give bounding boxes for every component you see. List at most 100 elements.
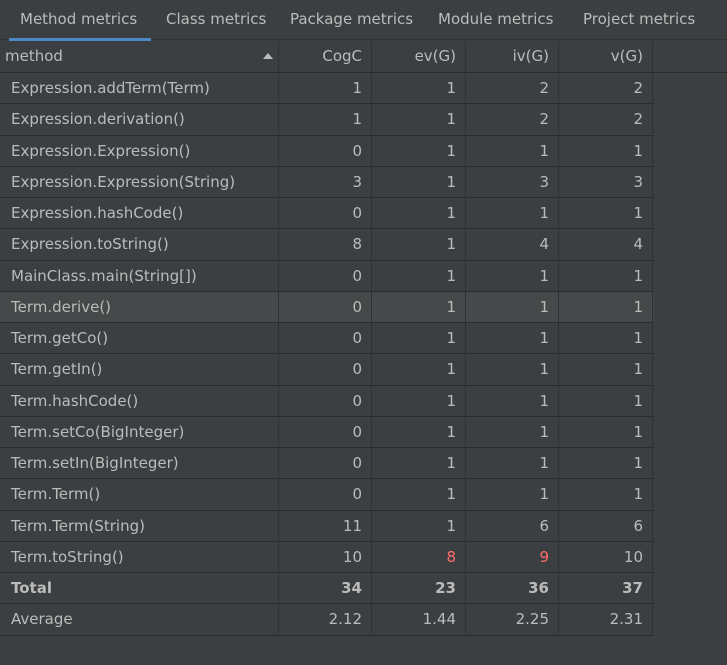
table-row[interactable]: Expression.toString() 8 1 4 4 xyxy=(0,229,654,261)
table-row[interactable]: Term.toString() 10 8 9 10 xyxy=(0,541,654,573)
v-cell: 6 xyxy=(559,510,653,541)
v-cell: 1 xyxy=(559,448,653,478)
ev-cell: 1 xyxy=(372,229,466,260)
method-cell: Expression.hashCode() xyxy=(0,198,279,228)
v-cell: 10 xyxy=(559,541,653,572)
v-cell: 4 xyxy=(559,229,653,260)
table-body: Expression.addTerm(Term) 1 1 2 2 Expression.d… xyxy=(0,73,654,636)
column-header-iv[interactable]: iv(G) xyxy=(466,41,559,72)
cogc-cell: 34 xyxy=(279,573,372,603)
ev-cell: 8 xyxy=(372,541,466,572)
column-header-v[interactable]: v(G) xyxy=(559,41,653,72)
method-cell: Term.setCo(BigInteger) xyxy=(0,416,279,447)
cogc-cell: 0 xyxy=(279,354,372,385)
column-header-method-label: method xyxy=(5,47,63,65)
table-row[interactable]: Term.setCo(BigInteger) 0 1 1 1 xyxy=(0,416,654,448)
cogc-cell: 0 xyxy=(279,135,372,166)
iv-cell: 1 xyxy=(466,448,559,478)
table-row[interactable]: Expression.addTerm(Term) 1 1 2 2 xyxy=(0,73,654,105)
table-header: method CogC ev(G) iv(G) v(G) xyxy=(0,41,727,73)
method-cell: MainClass.main(String[]) xyxy=(0,260,279,291)
iv-cell: 6 xyxy=(466,510,559,541)
v-cell: 1 xyxy=(559,323,653,353)
ev-cell: 1 xyxy=(372,385,466,416)
column-header-method[interactable]: method xyxy=(0,41,279,72)
v-cell: 1 xyxy=(559,479,653,510)
table-row[interactable]: MainClass.main(String[]) 0 1 1 1 xyxy=(0,260,654,292)
metrics-table: method CogC ev(G) iv(G) v(G) Expression.… xyxy=(0,41,727,665)
iv-cell: 1 xyxy=(466,354,559,385)
v-cell: 1 xyxy=(559,354,653,385)
table-row[interactable]: Expression.Expression() 0 1 1 1 xyxy=(0,135,654,167)
cogc-cell: 11 xyxy=(279,510,372,541)
cogc-cell: 0 xyxy=(279,291,372,322)
ev-cell: 1 xyxy=(372,354,466,385)
tab-class-metrics[interactable]: Class metrics xyxy=(151,0,275,40)
table-row[interactable]: Term.Term() 0 1 1 1 xyxy=(0,479,654,511)
cogc-cell: 8 xyxy=(279,229,372,260)
cogc-cell: 0 xyxy=(279,448,372,478)
cogc-cell: 0 xyxy=(279,260,372,291)
tab-package-metrics[interactable]: Package metrics xyxy=(275,0,423,40)
iv-cell: 4 xyxy=(466,229,559,260)
cogc-cell: 2.12 xyxy=(279,604,372,635)
cogc-cell: 3 xyxy=(279,166,372,197)
iv-cell: 36 xyxy=(466,573,559,603)
ev-cell: 1 xyxy=(372,323,466,353)
method-cell: Term.Term() xyxy=(0,479,279,510)
ev-cell: 1 xyxy=(372,416,466,447)
tab-project-metrics[interactable]: Project metrics xyxy=(568,0,708,40)
iv-cell: 1 xyxy=(466,416,559,447)
cogc-cell: 10 xyxy=(279,541,372,572)
v-cell: 1 xyxy=(559,260,653,291)
ev-cell: 23 xyxy=(372,573,466,603)
sort-ascending-icon xyxy=(263,53,273,59)
column-header-cogc[interactable]: CogC xyxy=(279,41,372,72)
v-cell: 1 xyxy=(559,291,653,322)
iv-cell: 2 xyxy=(466,104,559,135)
table-row[interactable]: Term.hashCode() 0 1 1 1 xyxy=(0,385,654,417)
iv-cell: 1 xyxy=(466,260,559,291)
v-cell: 1 xyxy=(559,198,653,228)
iv-cell: 2 xyxy=(466,73,559,103)
cogc-cell: 1 xyxy=(279,104,372,135)
method-cell: Expression.derivation() xyxy=(0,104,279,135)
method-cell: Expression.addTerm(Term) xyxy=(0,73,279,103)
v-cell: 3 xyxy=(559,166,653,197)
v-cell: 1 xyxy=(559,385,653,416)
method-cell: Term.setIn(BigInteger) xyxy=(0,448,279,478)
tab-method-metrics[interactable]: Method metrics xyxy=(9,0,151,41)
ev-cell: 1 xyxy=(372,510,466,541)
method-cell: Term.derive() xyxy=(0,291,279,322)
method-cell: Term.toString() xyxy=(0,541,279,572)
method-cell: Expression.Expression(String) xyxy=(0,166,279,197)
table-row[interactable]: Term.getIn() 0 1 1 1 xyxy=(0,354,654,386)
method-cell: Term.Term(String) xyxy=(0,510,279,541)
table-row[interactable]: Term.getCo() 0 1 1 1 xyxy=(0,323,654,355)
table-empty-area xyxy=(654,73,727,665)
iv-cell: 1 xyxy=(466,479,559,510)
table-row[interactable]: Expression.Expression(String) 3 1 3 3 xyxy=(0,166,654,198)
iv-cell: 9 xyxy=(466,541,559,572)
ev-cell: 1 xyxy=(372,104,466,135)
method-cell: Term.getIn() xyxy=(0,354,279,385)
cogc-cell: 1 xyxy=(279,73,372,103)
table-row[interactable]: Term.Term(String) 11 1 6 6 xyxy=(0,510,654,542)
v-cell: 2 xyxy=(559,104,653,135)
iv-cell: 2.25 xyxy=(466,604,559,635)
iv-cell: 1 xyxy=(466,135,559,166)
method-cell: Expression.Expression() xyxy=(0,135,279,166)
cogc-cell: 0 xyxy=(279,479,372,510)
column-header-ev[interactable]: ev(G) xyxy=(372,41,466,72)
tab-module-metrics[interactable]: Module metrics xyxy=(423,0,568,40)
table-row[interactable]: Expression.hashCode() 0 1 1 1 xyxy=(0,198,654,230)
average-row[interactable]: Average 2.12 1.44 2.25 2.31 xyxy=(0,604,654,636)
table-row[interactable]: Expression.derivation() 1 1 2 2 xyxy=(0,104,654,136)
table-row[interactable]: Term.derive() 0 1 1 1 xyxy=(0,291,654,323)
v-cell: 37 xyxy=(559,573,653,603)
ev-cell: 1 xyxy=(372,198,466,228)
table-row[interactable]: Term.setIn(BigInteger) 0 1 1 1 xyxy=(0,448,654,480)
metrics-tab-bar: Method metrics Class metrics Package met… xyxy=(0,0,727,41)
total-row[interactable]: Total 34 23 36 37 xyxy=(0,573,654,605)
ev-cell: 1 xyxy=(372,166,466,197)
